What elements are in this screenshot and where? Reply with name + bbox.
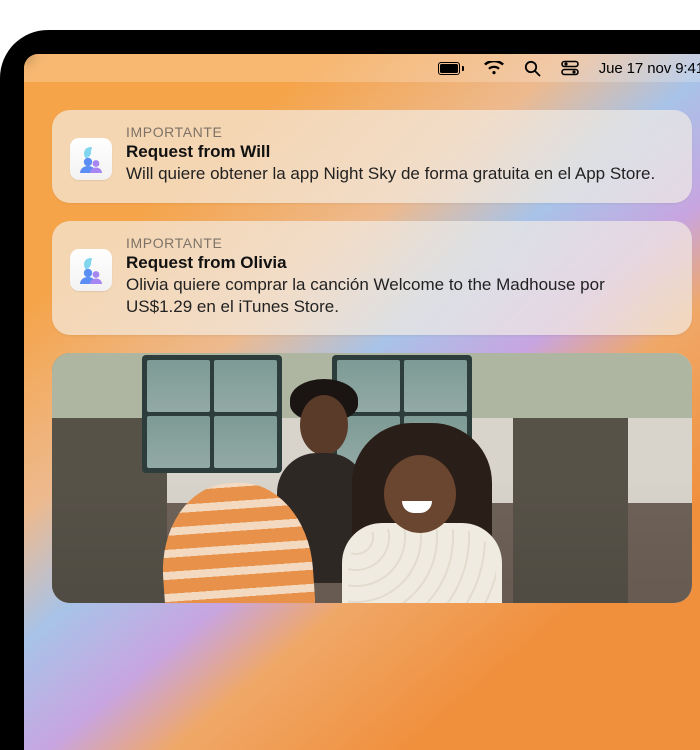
notification-body: IMPORTANTE Request from Olivia Olivia qu… (126, 235, 674, 318)
notification-center: IMPORTANTE Request from Will Will quiere… (24, 82, 700, 603)
photo-image (52, 353, 692, 603)
device-frame: Jue 17 nov 9:41 IMPORTANTE Request from … (0, 30, 700, 750)
photos-widget[interactable] (52, 353, 692, 603)
notification-card[interactable]: IMPORTANTE Request from Will Will quiere… (52, 110, 692, 203)
screen: Jue 17 nov 9:41 IMPORTANTE Request from … (24, 54, 700, 750)
notification-label: IMPORTANTE (126, 124, 674, 140)
family-sharing-icon (70, 249, 112, 291)
notification-message: Will quiere obtener la app Night Sky de … (126, 163, 674, 185)
battery-icon[interactable] (438, 62, 464, 75)
menubar-datetime[interactable]: Jue 17 nov 9:41 (599, 60, 700, 77)
search-icon[interactable] (524, 60, 541, 77)
menubar: Jue 17 nov 9:41 (24, 54, 700, 82)
control-center-icon[interactable] (561, 60, 579, 76)
wifi-icon[interactable] (484, 61, 504, 75)
notification-card[interactable]: IMPORTANTE Request from Olivia Olivia qu… (52, 221, 692, 336)
notification-body: IMPORTANTE Request from Will Will quiere… (126, 124, 674, 185)
notification-message: Olivia quiere comprar la canción Welcome… (126, 274, 674, 318)
notification-title: Request from Will (126, 142, 674, 162)
family-sharing-icon (70, 138, 112, 180)
notification-title: Request from Olivia (126, 253, 674, 273)
notification-label: IMPORTANTE (126, 235, 674, 251)
